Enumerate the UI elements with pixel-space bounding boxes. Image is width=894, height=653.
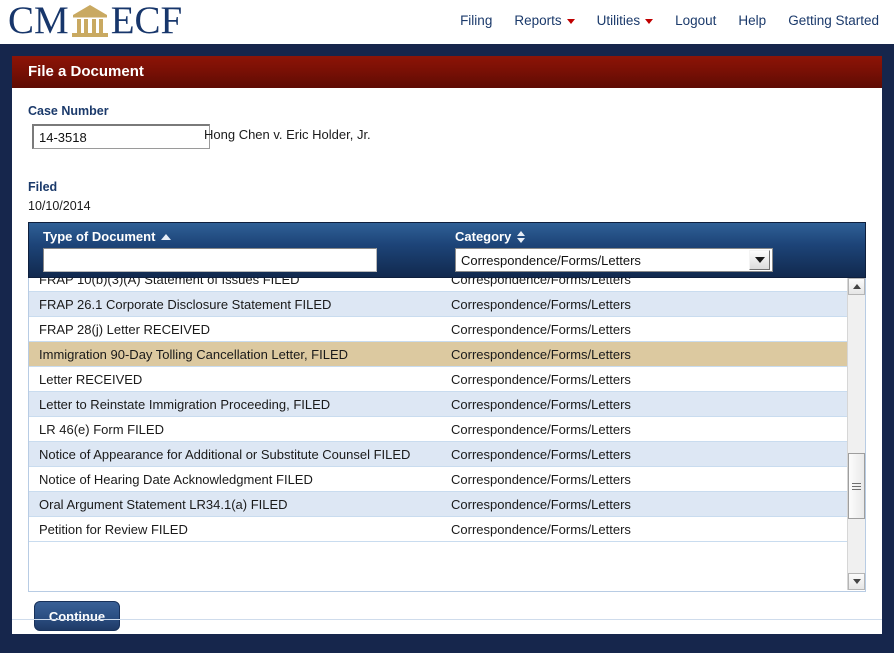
cell-category: Correspondence/Forms/Letters bbox=[451, 471, 631, 487]
cell-category: Correspondence/Forms/Letters bbox=[451, 496, 631, 512]
document-type-list[interactable]: FRAP 10(b)(3)(A) Statement of Issues FIL… bbox=[28, 278, 866, 592]
cell-category: Correspondence/Forms/Letters bbox=[451, 296, 631, 312]
chevron-down-icon bbox=[645, 19, 654, 24]
nav-item-logout[interactable]: Logout bbox=[664, 13, 727, 28]
column-label-category: Category bbox=[455, 229, 512, 244]
category-select[interactable]: Correspondence/Forms/Letters bbox=[455, 248, 773, 272]
filed-label: Filed bbox=[28, 180, 58, 194]
logo-text-cm: CM bbox=[8, 0, 69, 42]
document-type-filter-input[interactable] bbox=[43, 248, 377, 272]
table-row[interactable]: FRAP 28(j) Letter RECEIVED Correspondence… bbox=[29, 317, 849, 342]
table-row[interactable]: FRAP 26.1 Corporate Disclosure Statement… bbox=[29, 292, 849, 317]
scroll-up-button[interactable] bbox=[848, 278, 865, 295]
nav-label-logout: Logout bbox=[675, 13, 717, 28]
nav-item-filing[interactable]: Filing bbox=[449, 13, 503, 28]
cell-document-type: Letter to Reinstate Immigration Proceedi… bbox=[39, 396, 331, 412]
nav-label-getting-started: Getting Started bbox=[788, 13, 879, 28]
sort-ascending-icon bbox=[161, 233, 172, 240]
cell-category: Correspondence/Forms/Letters bbox=[451, 521, 631, 537]
nav-label-help: Help bbox=[738, 13, 767, 28]
table-row[interactable]: Notice of Hearing Date Acknowledgment FI… bbox=[29, 467, 849, 492]
cell-category: Correspondence/Forms/Letters bbox=[451, 396, 631, 412]
table-row[interactable]: Petition for Review FILED Correspondence/… bbox=[29, 517, 849, 542]
chevron-down-icon bbox=[566, 19, 575, 24]
cell-document-type: Notice of Appearance for Additional or S… bbox=[39, 446, 411, 462]
column-label-type-of-document: Type of Document bbox=[43, 229, 156, 244]
cell-document-type: Petition for Review FILED bbox=[39, 521, 188, 537]
table-row[interactable]: Letter RECEIVED Correspondence/Forms/Lett… bbox=[29, 367, 849, 392]
cell-document-type: Oral Argument Statement LR34.1(a) FILED bbox=[39, 496, 288, 512]
nav-item-getting-started[interactable]: Getting Started bbox=[777, 13, 890, 28]
nav-item-reports[interactable]: Reports bbox=[503, 13, 585, 28]
cell-document-type: Letter RECEIVED bbox=[39, 371, 143, 387]
cell-category: Correspondence/Forms/Letters bbox=[451, 371, 631, 387]
cell-category: Correspondence/Forms/Letters bbox=[451, 346, 631, 362]
filed-date-value: 10/10/2014 bbox=[28, 199, 91, 213]
cell-document-type: Notice of Hearing Date Acknowledgment FI… bbox=[39, 471, 313, 487]
document-type-list-rows: FRAP 10(b)(3)(A) Statement of Issues FIL… bbox=[29, 278, 849, 542]
cell-document-type: FRAP 10(b)(3)(A) Statement of Issues FIL… bbox=[39, 278, 300, 287]
table-row[interactable]: Notice of Appearance for Additional or S… bbox=[29, 442, 849, 467]
cell-document-type: FRAP 26.1 Corporate Disclosure Statement… bbox=[39, 296, 332, 312]
courthouse-icon bbox=[70, 3, 110, 39]
table-header: Type of Document Category Correspondence… bbox=[28, 222, 866, 278]
sort-both-icon bbox=[517, 230, 526, 243]
cell-category: Correspondence/Forms/Letters bbox=[451, 446, 631, 462]
nav-item-help[interactable]: Help bbox=[727, 13, 777, 28]
scroll-down-button[interactable] bbox=[848, 573, 865, 590]
column-header-type-of-document[interactable]: Type of Document bbox=[43, 229, 172, 244]
table-row[interactable]: Immigration 90-Day Tolling Cancellation … bbox=[29, 342, 849, 367]
cell-category: Correspondence/Forms/Letters bbox=[451, 321, 631, 337]
panel-divider bbox=[12, 619, 882, 620]
logo-text-ecf: ECF bbox=[110, 0, 183, 42]
cell-document-type: Immigration 90-Day Tolling Cancellation … bbox=[39, 346, 349, 362]
case-number-input[interactable] bbox=[32, 124, 210, 149]
list-scrollbar[interactable] bbox=[847, 278, 865, 590]
table-row[interactable]: Oral Argument Statement LR34.1(a) FILED C… bbox=[29, 492, 849, 517]
nav-label-filing: Filing bbox=[460, 13, 493, 28]
cmecf-logo: CM ECF bbox=[8, 1, 182, 40]
content-panel: File a Document Case Number Hong Chen v.… bbox=[12, 56, 882, 634]
page-frame: File a Document Case Number Hong Chen v.… bbox=[0, 44, 894, 653]
nav-label-reports: Reports bbox=[514, 13, 562, 28]
table-row[interactable]: Letter to Reinstate Immigration Proceedi… bbox=[29, 392, 849, 417]
page-title: File a Document bbox=[12, 56, 882, 88]
table-row[interactable]: LR 46(e) Form FILED Correspondence/Forms/… bbox=[29, 417, 849, 442]
table-row[interactable]: FRAP 10(b)(3)(A) Statement of Issues FIL… bbox=[29, 278, 849, 292]
cell-document-type: FRAP 28(j) Letter RECEIVED bbox=[39, 321, 210, 337]
top-banner: CM ECF Filing Reports Utilities Logout H… bbox=[0, 0, 894, 44]
category-selected-value: Correspondence/Forms/Letters bbox=[461, 252, 641, 268]
case-title-text: Hong Chen v. Eric Holder, Jr. bbox=[204, 127, 371, 142]
cell-category: Correspondence/Forms/Letters bbox=[451, 421, 631, 437]
scrollbar-thumb[interactable] bbox=[848, 453, 865, 519]
continue-button[interactable]: Continue bbox=[34, 601, 120, 631]
cell-category: Correspondence/Forms/Letters bbox=[451, 278, 631, 287]
case-number-label: Case Number bbox=[28, 104, 109, 118]
cell-document-type: LR 46(e) Form FILED bbox=[39, 421, 164, 437]
chevron-down-icon[interactable] bbox=[749, 250, 770, 270]
nav-item-utilities[interactable]: Utilities bbox=[586, 13, 665, 28]
scrollbar-grip-icon bbox=[852, 481, 861, 492]
nav-label-utilities: Utilities bbox=[596, 13, 641, 28]
column-header-category[interactable]: Category bbox=[455, 229, 526, 244]
main-navigation: Filing Reports Utilities Logout Help Get… bbox=[449, 13, 890, 28]
